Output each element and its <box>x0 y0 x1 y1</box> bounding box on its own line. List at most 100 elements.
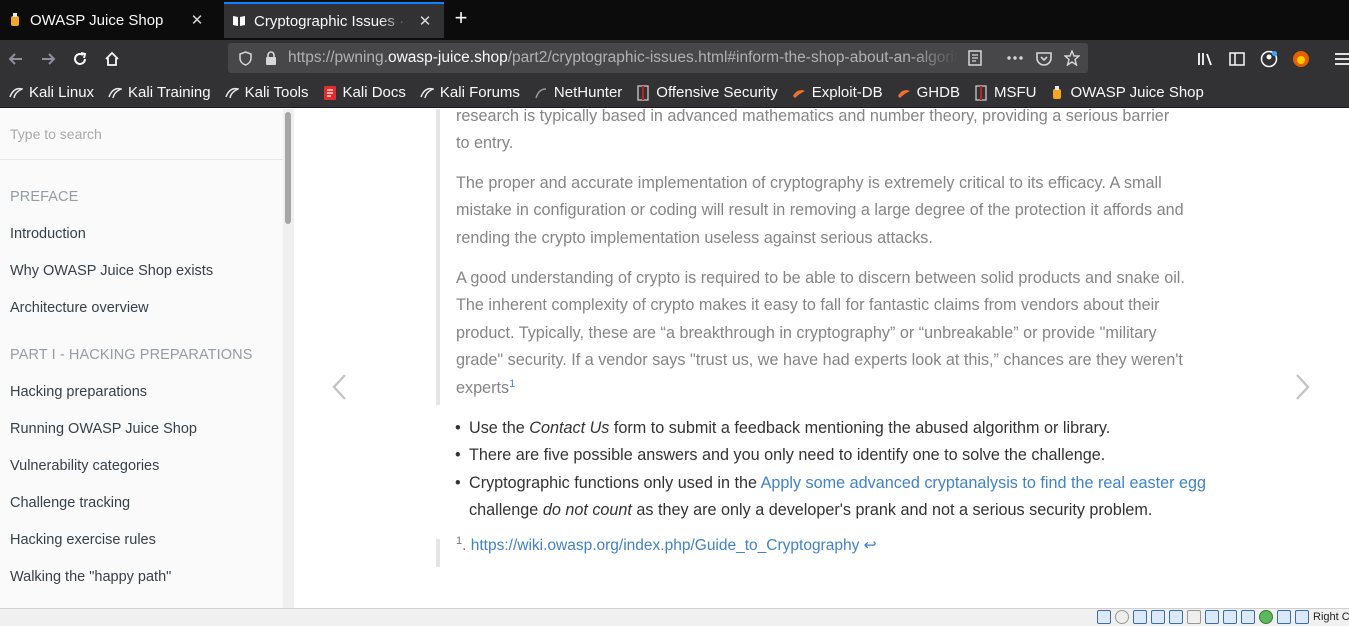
gitbook-page: PREFACE Introduction Why OWASP Juice Sho… <box>0 107 1349 608</box>
bookmark-owasp-juice-shop[interactable]: OWASP Juice Shop <box>1049 84 1204 101</box>
arrow-right-icon <box>42 53 56 65</box>
next-page-arrow-icon[interactable] <box>1288 367 1318 407</box>
previous-page-arrow-icon[interactable] <box>324 367 354 407</box>
list-item: There are five possible answers and you … <box>455 442 1209 470</box>
sidebar-toggle-icon[interactable] <box>1225 47 1249 71</box>
url-bar[interactable]: https://pwning.owasp-juice.shop/part2/cr… <box>228 43 1088 73</box>
url-path: /part2/cryptographic-issues.html#inform-… <box>507 49 958 66</box>
kali-dragon-icon <box>419 85 435 101</box>
book-body: research is typically based in advanced … <box>294 107 1349 608</box>
home-icon <box>105 51 119 66</box>
bookmark-kali-training[interactable]: Kali Training <box>107 84 211 101</box>
shield-icon[interactable] <box>236 49 254 67</box>
bookmark-label: MSFU <box>993 84 1037 101</box>
footnote: 1. https://wiki.owasp.org/index.php/Guid… <box>456 536 877 555</box>
search-box <box>0 109 283 160</box>
toc-item-exercise-rules[interactable]: Hacking exercise rules <box>10 532 156 548</box>
audio-icon[interactable] <box>1133 610 1147 624</box>
bookmark-label: Exploit-DB <box>811 84 883 101</box>
bookmark-label: Kali Forums <box>439 84 520 101</box>
toc-header-preface: PREFACE <box>10 189 79 205</box>
back-button[interactable] <box>3 45 31 73</box>
blockquote-bar <box>436 109 440 405</box>
network-icon[interactable] <box>1151 610 1165 624</box>
page-actions-icon[interactable] <box>1006 49 1024 67</box>
shared-folders-icon[interactable] <box>1187 610 1201 624</box>
book-summary-sidebar: PREFACE Introduction Why OWASP Juice Sho… <box>0 109 294 608</box>
toc-item-running-juice-shop[interactable]: Running OWASP Juice Shop <box>10 421 197 437</box>
bookmark-star-icon[interactable] <box>1063 49 1081 67</box>
toc-item-introduction[interactable]: Introduction <box>10 226 86 242</box>
guest-additions-icon[interactable] <box>1259 610 1273 624</box>
bookmark-kali-linux[interactable]: Kali Linux <box>8 84 94 101</box>
mouse-integration-icon[interactable] <box>1277 610 1291 624</box>
toc-item-vulnerability-categories[interactable]: Vulnerability categories <box>10 458 159 474</box>
hard-disk-icon[interactable] <box>1097 610 1111 624</box>
url-prefix: https://pwning. <box>288 49 388 66</box>
close-tab-icon[interactable]: ✕ <box>416 12 434 30</box>
paragraph-text: A good understanding of crypto is requir… <box>456 269 1185 397</box>
extension-fox-icon[interactable] <box>1289 47 1313 71</box>
text-line: research is typically based in advanced … <box>456 107 1170 125</box>
home-button[interactable] <box>100 47 124 71</box>
lock-icon[interactable] <box>262 49 280 67</box>
host-key-label: Right C <box>1313 611 1349 623</box>
bookmark-msfu[interactable]: MSFU <box>973 84 1037 101</box>
list-item: Use the Contact Us form to submit a feed… <box>455 415 1209 443</box>
footnote-reference[interactable]: 1 <box>509 378 515 390</box>
new-tab-button[interactable]: + <box>450 7 472 30</box>
search-input[interactable] <box>10 123 270 145</box>
bookmark-label: NetHunter <box>553 84 623 101</box>
footnote-separator: . <box>462 537 471 554</box>
arrow-left-icon <box>8 53 22 65</box>
bookmark-kali-docs[interactable]: Kali Docs <box>322 84 406 101</box>
toc-item-challenge-tracking[interactable]: Challenge tracking <box>10 495 130 511</box>
list-item: Cryptographic functions only used in the… <box>455 470 1209 525</box>
tab-bar: OWASP Juice Shop ✕ Cryptographic Issues … <box>0 0 1349 40</box>
kali-dragon-icon <box>224 85 240 101</box>
forward-button[interactable] <box>36 47 60 71</box>
toc-item-hacking-preparations[interactable]: Hacking preparations <box>10 384 147 400</box>
text: challenge <box>469 501 543 520</box>
kali-docs-icon <box>322 85 338 101</box>
bookmark-label: Kali Training <box>128 84 211 101</box>
bookmark-kali-forums[interactable]: Kali Forums <box>419 84 520 101</box>
url-text[interactable]: https://pwning.owasp-juice.shop/part2/cr… <box>288 49 958 67</box>
pocket-icon[interactable] <box>1035 49 1053 67</box>
reload-button[interactable] <box>68 47 92 71</box>
usb-icon[interactable] <box>1169 610 1183 624</box>
bookmark-offensive-security[interactable]: Offensive Security <box>635 84 778 101</box>
reload-icon <box>74 52 87 65</box>
blockquote-paragraph-2: The proper and accurate implementation o… <box>456 174 1184 247</box>
toc-item-why-juice-shop[interactable]: Why OWASP Juice Shop exists <box>10 263 213 279</box>
library-icon[interactable] <box>1194 47 1218 71</box>
tab-owasp-juice-shop[interactable]: OWASP Juice Shop ✕ <box>0 4 216 36</box>
bookmark-kali-tools[interactable]: Kali Tools <box>224 84 309 101</box>
exploit-db-icon <box>791 85 807 101</box>
optical-drive-icon[interactable] <box>1115 610 1129 624</box>
bookmark-nethunter[interactable]: NetHunter <box>533 84 622 101</box>
account-icon[interactable] <box>1257 47 1281 71</box>
nethunter-icon <box>533 85 549 101</box>
text-line: to entry. <box>456 134 514 153</box>
sidebar-scrollbar-thumb[interactable] <box>285 112 291 224</box>
bookmark-exploit-db[interactable]: Exploit-DB <box>791 84 883 101</box>
kali-dragon-icon <box>8 85 24 101</box>
menu-icon[interactable] <box>1330 47 1349 71</box>
navigation-toolbar: https://pwning.owasp-juice.shop/part2/cr… <box>0 40 1349 78</box>
tab-title: OWASP Juice Shop <box>30 11 164 29</box>
display-icon[interactable] <box>1205 610 1219 624</box>
reader-view-icon[interactable] <box>966 49 984 67</box>
bookmark-ghdb[interactable]: GHDB <box>896 84 960 101</box>
video-capture-icon[interactable] <box>1223 610 1237 624</box>
easter-egg-challenge-link[interactable]: Apply some advanced cryptanalysis to fin… <box>761 474 1206 492</box>
footnote-link[interactable]: https://wiki.owasp.org/index.php/Guide_t… <box>471 537 877 554</box>
close-tab-icon[interactable]: ✕ <box>188 11 206 29</box>
keyboard-capture-icon[interactable] <box>1295 610 1309 624</box>
toc-item-architecture[interactable]: Architecture overview <box>10 300 149 316</box>
bookmark-label: OWASP Juice Shop <box>1070 84 1204 101</box>
cpu-icon[interactable] <box>1241 610 1255 624</box>
tab-cryptographic-issues[interactable]: Cryptographic Issues · Pwning OWASP Juic… <box>224 2 444 38</box>
bookmark-label: Kali Linux <box>29 84 95 101</box>
toc-item-happy-path[interactable]: Walking the "happy path" <box>10 569 171 585</box>
